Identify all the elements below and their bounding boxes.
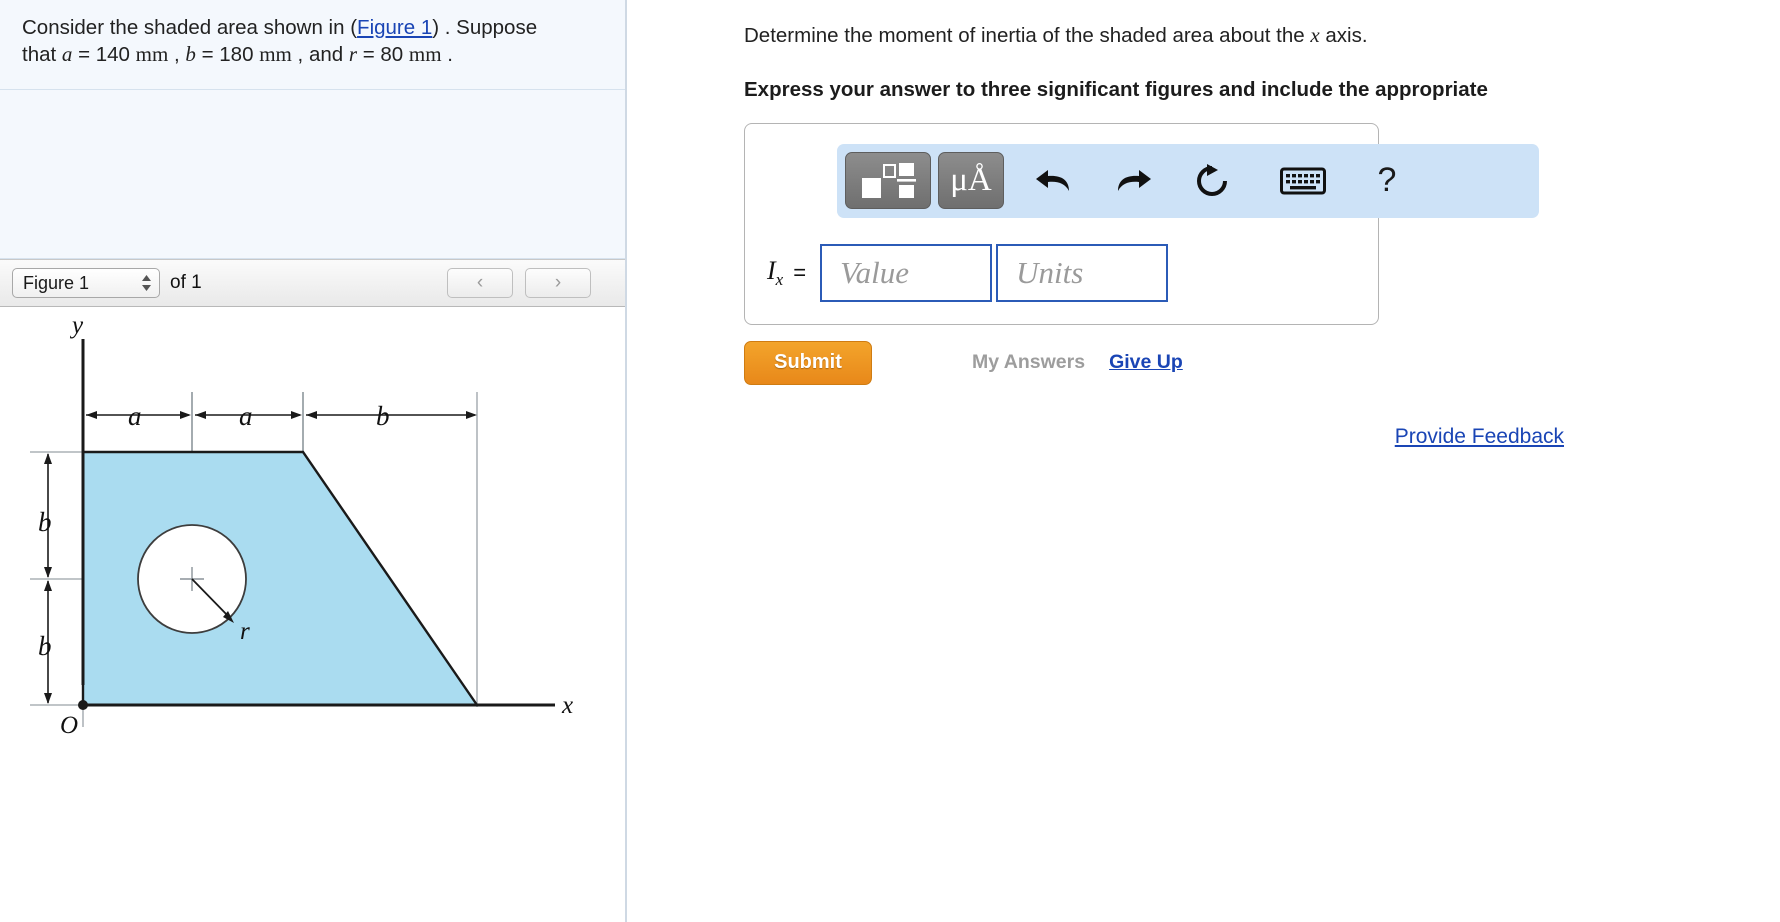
question-prompt-suffix: axis.	[1319, 24, 1368, 47]
problem-text: Consider the shaded area shown in (Figur…	[22, 14, 605, 69]
var-a-symbol: a	[61, 42, 73, 67]
unit-mm-3: mm	[408, 42, 442, 67]
give-up-link[interactable]: Give Up	[1109, 351, 1183, 374]
right-pane: Determine the moment of inertia of the s…	[629, 0, 1780, 922]
var-r-value: = 80	[357, 43, 409, 67]
my-answers-link[interactable]: My Answers	[972, 351, 1085, 374]
previous-figure-button[interactable]: ‹	[447, 268, 513, 298]
x-axis-label: x	[561, 692, 573, 719]
sep-2: , and	[291, 43, 349, 67]
var-b-symbol: b	[185, 42, 196, 67]
submit-button[interactable]: Submit	[744, 340, 872, 385]
redo-icon	[1118, 169, 1151, 191]
answer-entry-box: μÅ ? Ix = Value Units	[744, 122, 1539, 325]
value-placeholder: Value	[840, 254, 909, 290]
radius-label: r	[240, 618, 250, 645]
dimension-b-lower-label: b	[38, 631, 52, 661]
redo-button[interactable]	[1100, 152, 1166, 209]
value-input[interactable]: Value	[820, 243, 993, 302]
question-prompt: Determine the moment of inertia of the s…	[744, 22, 1780, 50]
help-button[interactable]: ?	[1361, 152, 1413, 209]
unit-mm-2: mm	[259, 42, 292, 67]
origin-point	[78, 700, 88, 710]
problem-statement: Consider the shaded area shown in (Figur…	[0, 0, 625, 90]
figure-select-label: Figure 1	[23, 272, 90, 293]
dimension-b-top-label: b	[376, 401, 390, 431]
shaded-area-figure: y x O a a b b b r	[30, 312, 573, 739]
answer-variable-label: Ix	[767, 256, 783, 290]
help-icon: ?	[1377, 161, 1397, 200]
reset-button[interactable]	[1179, 152, 1245, 209]
submit-button-label: Submit	[774, 351, 842, 374]
answer-instruction: Express your answer to three significant…	[744, 77, 1488, 101]
figure-1-link[interactable]: Figure 1	[357, 16, 432, 39]
var-b-value: = 180	[195, 43, 260, 67]
problem-line2-prefix: that	[22, 43, 62, 67]
unit-mm-1: mm	[135, 42, 169, 67]
left-pane: Consider the shaded area shown in (Figur…	[0, 0, 627, 922]
origin-label: O	[60, 712, 78, 739]
answer-variable-subscript: x	[775, 269, 784, 289]
keyboard-icon	[1280, 167, 1326, 195]
problem-text-before: Consider the shaded area shown in (	[22, 16, 358, 39]
answer-variable-letter: I	[767, 255, 776, 285]
question-prompt-prefix: Determine the moment of inertia of the s…	[744, 24, 1311, 47]
problem-text-after: ) . Suppose	[432, 16, 538, 39]
question-axis-var: x	[1310, 23, 1320, 47]
provide-feedback-link[interactable]: Provide Feedback	[1395, 425, 1564, 449]
var-a-value: = 140	[72, 43, 136, 67]
equals-sign: =	[793, 259, 807, 285]
keyboard-button[interactable]	[1270, 152, 1336, 209]
chevron-left-icon: ‹	[476, 272, 484, 293]
reset-icon	[1197, 163, 1227, 196]
figure-navigation-bar: Figure 1 of 1 ‹ ›	[0, 259, 625, 307]
units-button[interactable]: μÅ	[938, 152, 1004, 210]
dimension-b-upper-label: b	[38, 507, 52, 537]
feedback-row: Provide Feedback	[744, 425, 1564, 449]
units-button-label: μÅ	[950, 162, 992, 199]
figure-select[interactable]: Figure 1	[12, 268, 160, 298]
var-r-symbol: r	[348, 42, 358, 67]
fraction-template-icon	[862, 162, 916, 198]
undo-icon	[1036, 169, 1069, 191]
chevron-right-icon: ›	[554, 272, 562, 293]
next-figure-button[interactable]: ›	[525, 268, 591, 298]
dimension-a1-label: a	[128, 401, 142, 431]
template-button[interactable]	[845, 152, 931, 210]
trailing-period: .	[441, 43, 453, 67]
figure-image-area[interactable]: y x O a a b b b r	[0, 307, 625, 914]
answer-actions: Submit My Answers Give Up	[744, 340, 1444, 385]
y-axis-label: y	[69, 312, 84, 339]
units-input[interactable]: Units	[996, 243, 1169, 302]
dimension-a2-label: a	[239, 401, 253, 431]
answer-field-row: Ix = Value Units	[767, 243, 1169, 302]
math-toolbar: μÅ ?	[837, 143, 1539, 218]
undo-button[interactable]	[1021, 152, 1087, 209]
sep-1: ,	[168, 43, 186, 67]
units-placeholder: Units	[1016, 254, 1084, 290]
figure-pager: ‹ ›	[447, 268, 591, 298]
chevron-updown-icon	[140, 272, 153, 294]
figure-spacer	[0, 90, 625, 259]
figure-count-label: of 1	[170, 272, 202, 293]
